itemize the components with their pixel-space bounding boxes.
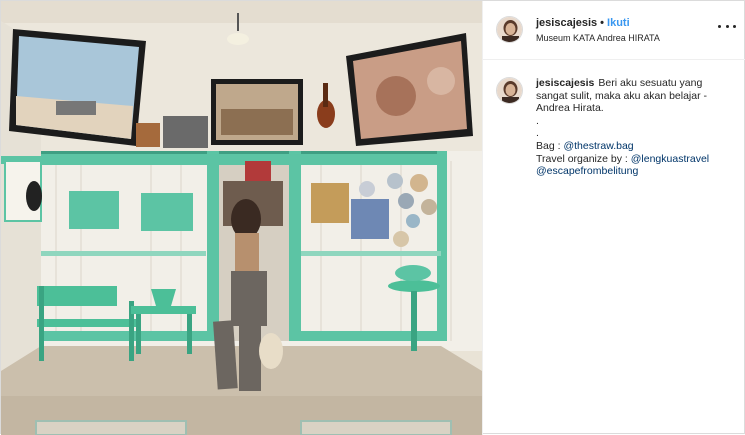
avatar-image <box>497 78 522 103</box>
caption-line2: sangat sulit, maka aku akan belajar - <box>536 89 708 102</box>
museum-room-image <box>1 1 482 435</box>
more-dot <box>733 24 736 28</box>
more-dot <box>725 24 729 28</box>
post-photo[interactable] <box>1 1 482 435</box>
more-dot <box>718 24 721 28</box>
separator-dot: • <box>600 17 605 29</box>
username-link[interactable]: jesiscajesis <box>536 17 597 29</box>
caption-username[interactable]: jesiscajesis <box>536 77 594 89</box>
caption-line5: . <box>536 127 539 140</box>
caption-line3: Andrea Hirata. <box>536 102 604 115</box>
post-author: jesiscajesis • Ikuti <box>536 17 630 29</box>
travel-mention-link-2[interactable]: @escapefrombelitung <box>536 165 638 177</box>
caption-line4: . <box>536 114 539 127</box>
caption-text: jesiscajesis Beri aku sesuatu yang sangat… <box>536 77 734 178</box>
bag-mention-link[interactable]: @thestraw.bag <box>563 140 633 152</box>
profile-avatar[interactable] <box>496 16 523 43</box>
travel-line: Travel organize by : @lengkuastravel <box>536 153 734 166</box>
caption-line: jesiscajesis Beri aku sesuatu yang <box>536 77 734 90</box>
post-sidebar: jesiscajesis • Ikuti Museum KATA Andrea HI… <box>482 1 745 435</box>
caption-line1: Beri aku sesuatu yang <box>598 77 703 89</box>
travel-line-2: @escapefrombelitung <box>536 165 734 178</box>
avatar-image <box>497 17 522 42</box>
post-header: jesiscajesis • Ikuti Museum KATA Andrea HI… <box>483 1 745 60</box>
travel-mention-link[interactable]: @lengkuastravel <box>631 153 709 165</box>
follow-button[interactable]: Ikuti <box>607 17 630 29</box>
caption-avatar[interactable] <box>496 77 523 104</box>
bag-prefix: Bag : <box>536 139 564 152</box>
more-options-icon[interactable] <box>718 19 736 33</box>
location-link[interactable]: Museum KATA Andrea HIRATA <box>536 33 660 43</box>
travel-prefix: Travel organize by : <box>536 152 631 165</box>
instagram-post: jesiscajesis • Ikuti Museum KATA Andrea HI… <box>0 0 745 435</box>
bag-line: Bag : @thestraw.bag <box>536 140 734 153</box>
caption-comment: jesiscajesis Beri aku sesuatu yang sangat… <box>483 60 745 178</box>
